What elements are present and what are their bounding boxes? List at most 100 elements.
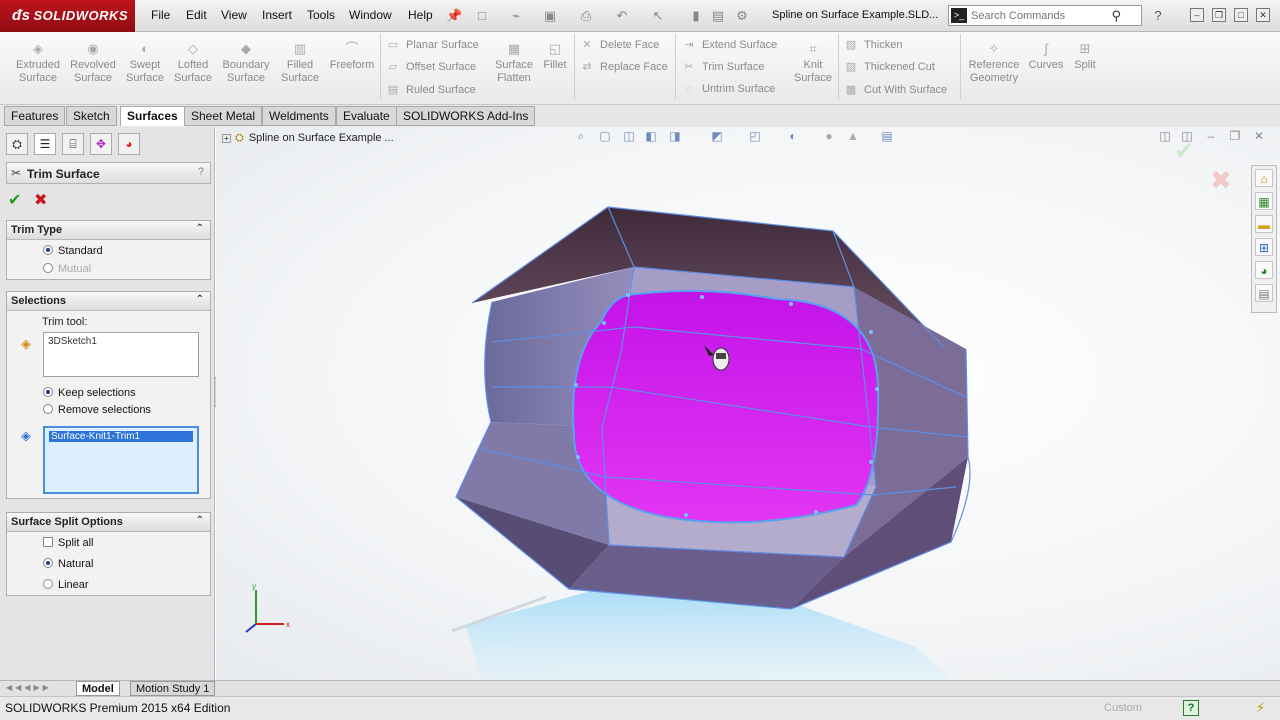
planar-surface-button[interactable]: ▭ Planar Surface	[386, 38, 479, 51]
help-icon[interactable]: ?	[1150, 8, 1166, 24]
viewport-minimize-icon[interactable]: –	[1202, 127, 1220, 145]
section-view-icon[interactable]: ◧	[642, 127, 660, 145]
undo-icon[interactable]: ↶	[614, 8, 630, 24]
menu-tools[interactable]: Tools	[307, 8, 335, 22]
confirm-corner-ok-icon[interactable]: ✔	[1174, 137, 1194, 166]
save-icon[interactable]: ▣	[542, 8, 558, 24]
split-button[interactable]: ⊞ Split	[1068, 42, 1102, 72]
group-header[interactable]: Trim Type ⌃	[7, 221, 210, 240]
new-icon[interactable]: □	[474, 8, 490, 24]
display-style-icon[interactable]: ◩	[708, 127, 726, 145]
hide-show-items-icon[interactable]: ◰	[746, 127, 764, 145]
viewport-close-icon[interactable]: ✕	[1250, 127, 1268, 145]
fillet-button[interactable]: ◱ Fillet	[538, 42, 572, 72]
rebuild-icon[interactable]: ▮	[688, 8, 704, 24]
extruded-surface-button[interactable]: ◈ Extruded Surface	[12, 42, 64, 85]
collapse-icon[interactable]: ⌃	[196, 294, 204, 305]
open-icon[interactable]: ⌁	[508, 8, 524, 24]
help-icon[interactable]: ?	[198, 166, 204, 178]
selected-body-item[interactable]: Surface-Knit1-Trim1	[49, 431, 193, 442]
zoom-to-fit-icon[interactable]: ⌕	[572, 127, 590, 145]
offset-surface-button[interactable]: ▱ Offset Surface	[386, 60, 476, 73]
solidworks-logo[interactable]: ᵭs SOLIDWORKS	[0, 0, 135, 32]
feature-manager-icon[interactable]: ⛭	[6, 133, 28, 155]
ok-button[interactable]: ✔	[8, 190, 21, 210]
swept-surface-button[interactable]: ◐ Swept Surface	[122, 42, 168, 85]
tab-evaluate[interactable]: Evaluate	[336, 106, 397, 126]
curves-button[interactable]: ∫ Curves	[1026, 42, 1066, 72]
close-button[interactable]: ✕	[1256, 8, 1270, 22]
tab-sketch[interactable]: Sketch	[66, 106, 117, 126]
feature-tree-flyout[interactable]: + ⛭ Spline on Surface Example ...	[222, 132, 394, 145]
menu-edit[interactable]: Edit	[186, 8, 207, 22]
3d-model-view[interactable]	[216, 127, 1280, 680]
unit-system-label[interactable]: Custom	[1104, 702, 1142, 714]
cancel-button[interactable]: ✖	[34, 190, 47, 210]
trim-surface-button[interactable]: ✂ Trim Surface	[682, 60, 764, 73]
property-manager-icon[interactable]: ☰	[34, 133, 56, 155]
print-icon[interactable]: ⎙	[578, 8, 594, 24]
search-commands[interactable]: >_ ⚲	[948, 5, 1142, 26]
restore-button[interactable]: ❐	[1212, 8, 1226, 22]
trimmed-magenta-surface[interactable]	[572, 289, 880, 524]
lofted-surface-button[interactable]: ◇ Lofted Surface	[170, 42, 216, 85]
split-all-checkbox[interactable]: Split all	[43, 537, 93, 549]
appearances-icon[interactable]: ◕	[1255, 261, 1273, 279]
select-icon[interactable]: ↖	[650, 8, 666, 24]
options-icon[interactable]: ⚙	[734, 8, 750, 24]
tab-addins[interactable]: SOLIDWORKS Add-Ins	[396, 106, 536, 126]
ruled-surface-button[interactable]: ▤ Ruled Surface	[386, 83, 476, 96]
group-header[interactable]: Surface Split Options ⌃	[7, 513, 210, 532]
natural-radio[interactable]: Natural	[43, 558, 93, 570]
reference-geometry-button[interactable]: ✧ Reference Geometry	[966, 42, 1022, 85]
mutual-radio[interactable]: Mutual	[43, 263, 91, 275]
menu-help[interactable]: Help	[408, 8, 433, 22]
menu-view[interactable]: View	[221, 8, 247, 22]
tab-sheet-metal[interactable]: Sheet Metal	[184, 106, 263, 126]
confirm-corner-cancel-icon[interactable]: ✖	[1210, 165, 1232, 196]
extend-surface-button[interactable]: ⇥ Extend Surface	[682, 38, 777, 51]
design-library-icon[interactable]: ▦	[1255, 192, 1273, 210]
configuration-manager-icon[interactable]: ⌸	[62, 133, 84, 155]
freeform-button[interactable]: ⌒ Freeform	[326, 42, 378, 72]
remove-selections-radio[interactable]: Remove selections	[43, 404, 151, 416]
expand-icon[interactable]: +	[222, 134, 231, 143]
cut-with-surface-button[interactable]: ▩ Cut With Surface	[844, 83, 947, 96]
keep-selections-radio[interactable]: Keep selections	[43, 387, 136, 399]
search-input[interactable]	[971, 8, 1111, 23]
untrim-surface-button[interactable]: ◌ Untrim Surface	[682, 83, 776, 95]
graphics-area[interactable]: + ⛭ Spline on Surface Example ... ⌕ ▢ ◫ ◧ …	[216, 127, 1280, 680]
boundary-surface-button[interactable]: ◆ Boundary Surface	[218, 42, 274, 85]
resources-icon[interactable]: ⌂	[1255, 169, 1273, 187]
pin-icon[interactable]: 📌	[446, 8, 462, 24]
zoom-to-area-icon[interactable]: ▢	[596, 127, 614, 145]
collapse-icon[interactable]: ⌃	[196, 515, 204, 526]
collapse-icon[interactable]: ⌃	[196, 223, 204, 234]
rebuild-status-icon[interactable]: ⚡	[1256, 700, 1265, 716]
thickened-cut-button[interactable]: ▧ Thickened Cut	[844, 60, 935, 73]
edit-appearance-icon[interactable]: ◐	[784, 127, 802, 145]
view-orientation-icon[interactable]: ◨	[666, 127, 684, 145]
view-settings-icon[interactable]: ▲	[844, 127, 862, 145]
previous-view-icon[interactable]: ◫	[620, 127, 638, 145]
tab-scroll-arrows[interactable]: ◀◀◀▶▶	[6, 683, 52, 692]
maximize-button[interactable]: □	[1234, 8, 1248, 22]
display-manager-icon[interactable]: ◕	[118, 133, 140, 155]
replace-face-button[interactable]: ⇄ Replace Face	[580, 60, 667, 73]
tab-motion-study-1[interactable]: Motion Study 1	[130, 681, 216, 696]
dimxpert-icon[interactable]: ✥	[90, 133, 112, 155]
pieces-to-keep-field[interactable]: Surface-Knit1-Trim1	[43, 426, 199, 494]
tab-weldments[interactable]: Weldments	[262, 106, 336, 126]
custom-properties-icon[interactable]: ▤	[1255, 284, 1273, 302]
menu-file[interactable]: File	[151, 8, 170, 22]
surface-flatten-button[interactable]: ▦ Surface Flatten	[492, 42, 536, 85]
apply-scene-icon[interactable]: ●	[820, 127, 838, 145]
quick-tips-icon[interactable]: ?	[1183, 700, 1199, 716]
menu-window[interactable]: Window	[349, 8, 392, 22]
file-properties-icon[interactable]: ▤	[710, 8, 726, 24]
tab-surfaces[interactable]: Surfaces	[120, 106, 185, 126]
tab-features[interactable]: Features	[4, 106, 66, 126]
display-pane-icon[interactable]: ▤	[878, 127, 896, 145]
viewport-tile-icon[interactable]: ◫	[1156, 127, 1174, 145]
group-header[interactable]: Selections ⌃	[7, 292, 210, 311]
